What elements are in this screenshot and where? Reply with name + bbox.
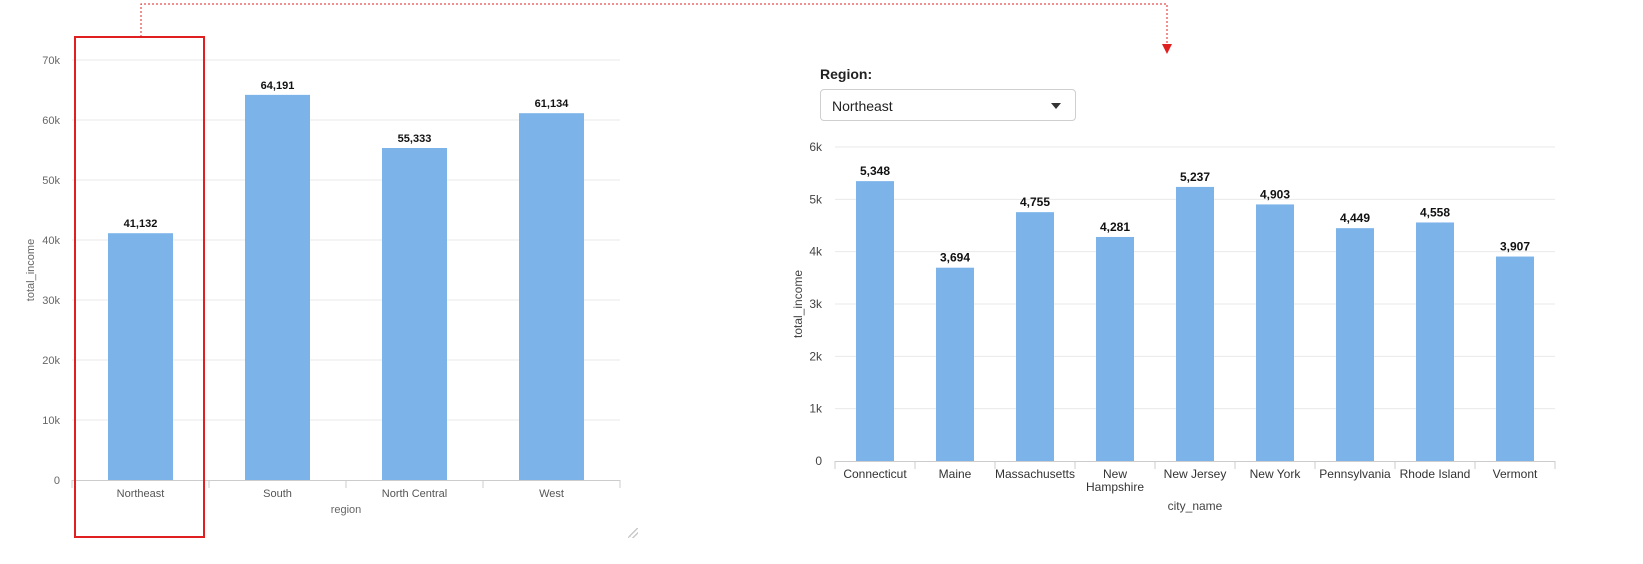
y-tick-label: 4k (809, 245, 823, 259)
chevron-down-icon (1051, 103, 1061, 109)
y-tick-label: 3k (809, 297, 823, 311)
x-tick-label: Maine (939, 467, 972, 481)
y-tick-label: 70k (42, 55, 60, 67)
y-tick-label: 60k (42, 115, 60, 127)
x-tick-label: South (263, 488, 292, 500)
x-tick-label: New Jersey (1164, 467, 1227, 481)
bar (1496, 256, 1534, 461)
region-dropdown[interactable]: Northeast (820, 89, 1076, 121)
y-tick-label: 2k (809, 349, 823, 363)
bar (856, 181, 894, 461)
bar (382, 148, 447, 480)
data-label: 4,449 (1340, 211, 1370, 225)
x-tick-label: Pennsylvania (1319, 467, 1391, 481)
y-tick-label: 6k (809, 140, 823, 154)
bar (936, 267, 974, 461)
x-tick-label: Hampshire (1086, 480, 1144, 494)
data-label: 41,132 (124, 218, 158, 230)
data-label: 3,694 (940, 251, 970, 265)
bar (108, 233, 173, 480)
y-tick-label: 30k (42, 295, 60, 307)
data-label: 4,755 (1020, 195, 1050, 209)
data-label: 55,333 (398, 133, 432, 145)
bar (519, 113, 584, 481)
x-axis-title: region (331, 504, 362, 516)
region-dropdown-value: Northeast (832, 98, 893, 114)
data-label: 61,134 (535, 98, 570, 110)
data-label: 4,281 (1100, 220, 1130, 234)
bar (1016, 212, 1054, 461)
y-tick-label: 1k (809, 402, 823, 416)
y-tick-label: 50k (42, 175, 60, 187)
bar (1256, 204, 1294, 461)
bar (1176, 186, 1214, 461)
data-label: 64,191 (261, 80, 295, 92)
y-axis-title: total_income (791, 270, 805, 338)
y-axis-title: total_income (25, 239, 37, 301)
bar (1336, 228, 1374, 461)
bar (1416, 222, 1454, 461)
bar (245, 94, 310, 480)
x-tick-label: Massachusetts (995, 467, 1075, 481)
y-tick-label: 5k (809, 192, 823, 206)
resize-handle-icon[interactable] (628, 528, 638, 538)
x-tick-label: North Central (382, 488, 447, 500)
data-label: 4,903 (1260, 187, 1290, 201)
region-filter-label: Region: (820, 66, 873, 82)
y-tick-label: 40k (42, 235, 60, 247)
data-label: 5,348 (860, 164, 890, 178)
x-tick-label: Northeast (117, 488, 165, 500)
y-tick-label: 10k (42, 415, 60, 427)
x-tick-label: Connecticut (843, 467, 907, 481)
y-tick-label: 20k (42, 355, 60, 367)
x-tick-label: Rhode Island (1400, 467, 1471, 481)
x-tick-label: New York (1250, 467, 1302, 481)
x-tick-label: Vermont (1493, 467, 1538, 481)
x-tick-label: New (1103, 467, 1127, 481)
city-income-chart: 0 1k 2k 3k 4k 5k 6k 5,348 Connecticut 3,694 Maine 4… (791, 140, 1556, 513)
region-income-chart: 0 10k 20k 30k 40k 50k 60k 70k 41,132 Northeast 64,… (25, 36, 621, 538)
bar (1096, 236, 1134, 461)
data-label: 5,237 (1180, 170, 1210, 184)
data-label: 4,558 (1420, 205, 1450, 219)
y-tick-label: 0 (54, 475, 60, 487)
data-label: 3,907 (1500, 240, 1530, 254)
x-axis-title: city_name (1168, 499, 1223, 513)
y-tick-label: 0 (815, 454, 822, 468)
x-tick-label: West (539, 488, 564, 500)
